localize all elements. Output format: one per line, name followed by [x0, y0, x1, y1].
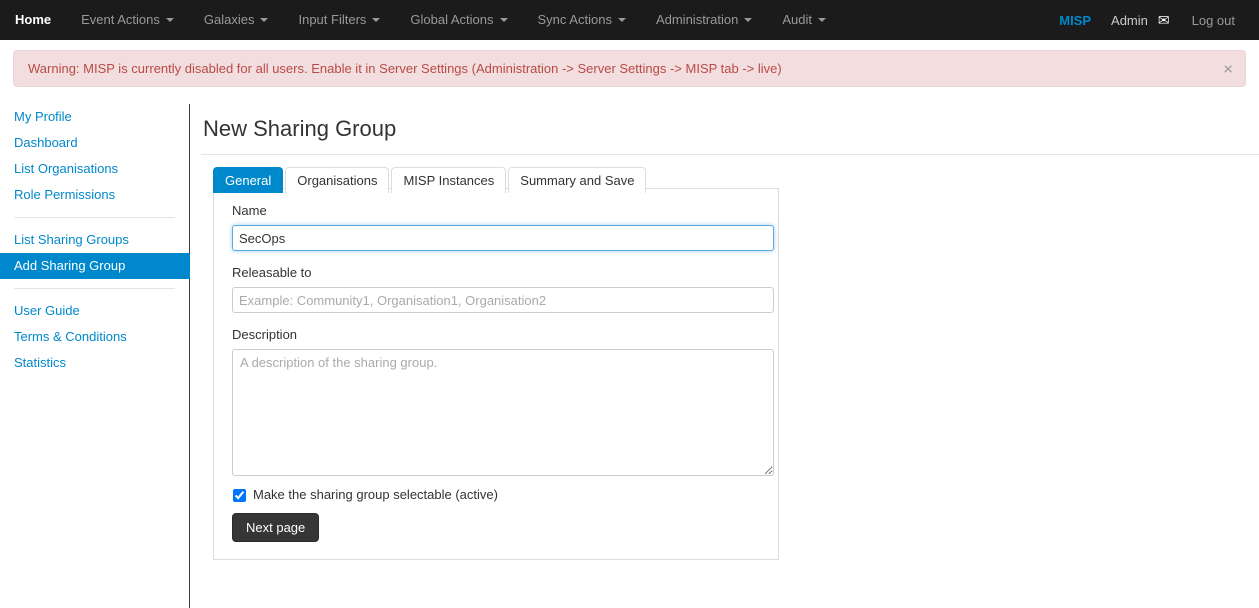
sidebar-item-role-permissions[interactable]: Role Permissions [0, 182, 189, 208]
sidebar-item-terms-conditions[interactable]: Terms & Conditions [0, 324, 189, 350]
selectable-checkbox-row: Make the sharing group selectable (activ… [232, 486, 760, 504]
current-user-label: Admin [1111, 12, 1148, 28]
misp-brand-link[interactable]: MISP [1049, 13, 1101, 28]
general-tab-panel: Name Releasable to Description Make the … [213, 188, 779, 560]
tab-general[interactable]: General [213, 167, 284, 193]
name-label: Name [232, 203, 267, 218]
close-icon[interactable]: × [1223, 60, 1233, 77]
chevron-down-icon [817, 18, 826, 22]
nav-item-administration[interactable]: Administration [641, 0, 767, 40]
warning-alert-text: Warning: MISP is currently disabled for … [28, 60, 782, 76]
nav-item-label: Input Filters [298, 12, 367, 27]
nav-item-audit[interactable]: Audit [767, 0, 841, 40]
description-label: Description [232, 327, 298, 342]
tab-bar: General Organisations MISP Instances Summar… [213, 167, 648, 193]
main-content: New Sharing Group General Organisations MI… [191, 104, 1259, 608]
tab-summary-and-save[interactable]: Summary and Save [508, 167, 647, 193]
sidebar: My Profile Dashboard List Organisations Rol… [0, 104, 190, 608]
sidebar-item-my-profile[interactable]: My Profile [0, 104, 189, 130]
chevron-down-icon [165, 18, 174, 22]
sidebar-item-list-organisations[interactable]: List Organisations [0, 156, 189, 182]
top-navbar: Home Event Actions Galaxies Input Filters Gl… [0, 0, 1259, 40]
tab-organisations[interactable]: Organisations [285, 167, 390, 193]
chevron-down-icon [499, 18, 508, 22]
logout-link[interactable]: Log out [1174, 13, 1245, 28]
chevron-down-icon [617, 18, 626, 22]
sidebar-item-statistics[interactable]: Statistics [0, 350, 189, 376]
nav-item-sync-actions[interactable]: Sync Actions [523, 0, 641, 40]
nav-item-label: Home [15, 12, 52, 27]
sidebar-item-add-sharing-group[interactable]: Add Sharing Group [0, 253, 190, 279]
nav-item-input-filters[interactable]: Input Filters [283, 0, 395, 40]
chevron-down-icon [744, 18, 753, 22]
envelope-icon[interactable]: ✉ [1154, 13, 1174, 27]
selectable-checkbox-label: Make the sharing group selectable (activ… [253, 487, 498, 502]
nav-item-event-actions[interactable]: Event Actions [66, 0, 189, 40]
navbar-left-group: Home Event Actions Galaxies Input Filters Gl… [0, 0, 841, 40]
description-textarea[interactable] [232, 349, 774, 476]
chevron-down-icon [260, 18, 269, 22]
name-input[interactable] [232, 225, 774, 251]
title-divider [201, 154, 1259, 155]
nav-item-global-actions[interactable]: Global Actions [395, 0, 522, 40]
tab-misp-instances[interactable]: MISP Instances [391, 167, 507, 193]
sidebar-divider [14, 217, 175, 218]
sidebar-divider [14, 288, 175, 289]
sidebar-item-dashboard[interactable]: Dashboard [0, 130, 189, 156]
nav-item-label: Global Actions [410, 12, 494, 27]
nav-item-label: Administration [655, 12, 739, 27]
selectable-checkbox[interactable] [233, 488, 246, 502]
releasable-to-input[interactable] [232, 287, 774, 313]
nav-item-galaxies[interactable]: Galaxies [189, 0, 284, 40]
sidebar-item-user-guide[interactable]: User Guide [0, 298, 189, 324]
nav-item-home[interactable]: Home [0, 0, 66, 40]
next-page-button[interactable]: Next page [232, 513, 320, 542]
releasable-to-label: Releasable to [232, 265, 312, 280]
navbar-right-group: MISP Admin ✉ Log out [1049, 0, 1259, 40]
page-title: New Sharing Group [203, 116, 397, 141]
warning-alert: Warning: MISP is currently disabled for … [13, 50, 1246, 87]
nav-item-label: Audit [782, 12, 812, 27]
nav-item-label: Event Actions [81, 12, 160, 27]
nav-item-label: Sync Actions [537, 12, 612, 27]
nav-item-label: Galaxies [203, 12, 255, 27]
sidebar-item-list-sharing-groups[interactable]: List Sharing Groups [0, 227, 189, 253]
chevron-down-icon [372, 18, 381, 22]
